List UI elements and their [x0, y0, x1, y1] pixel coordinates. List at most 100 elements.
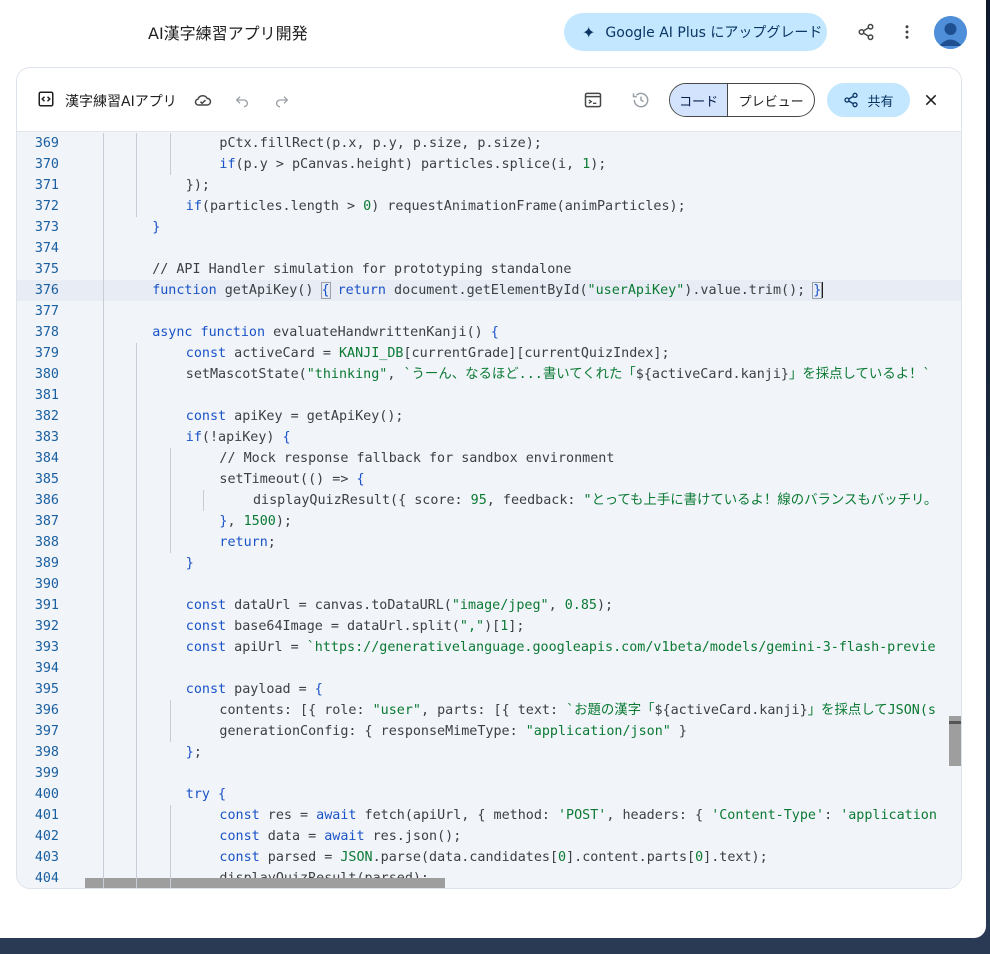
code-line: 383 if(!apiKey) {	[17, 427, 961, 448]
code-text: const res = await fetch(apiUrl, { method…	[219, 808, 937, 823]
upgrade-button[interactable]: ✦ Google AI Plus にアップグレード	[564, 13, 827, 51]
code-line: 403 const parsed = JSON.parse(data.candid…	[17, 847, 961, 868]
code-line: 395 const payload = {	[17, 679, 961, 700]
line-number: 370	[34, 157, 59, 172]
line-number: 376	[34, 283, 59, 298]
horizontal-scrollbar[interactable]	[85, 878, 445, 888]
line-number: 374	[34, 241, 59, 256]
code-panel: 漢字練習AIアプリ コード プレビュー 共有 404 403 const par…	[16, 67, 962, 889]
code-text: setTimeout(() => {	[219, 472, 365, 487]
redo-icon[interactable]	[270, 88, 294, 112]
code-line: 377	[17, 301, 961, 322]
more-vert-icon[interactable]	[893, 18, 921, 46]
code-line: 393 const apiUrl = `https://generativelan…	[17, 637, 961, 658]
cloud-sync-icon[interactable]	[191, 88, 215, 112]
line-number: 400	[34, 787, 59, 802]
code-line: 397 generationConfig: { responseMimeType:…	[17, 721, 961, 742]
text-caret	[821, 282, 824, 298]
code-text: }	[185, 556, 194, 571]
line-number: 377	[34, 304, 59, 319]
line-number: 380	[34, 367, 59, 382]
line-number: 381	[34, 388, 59, 403]
line-number: 378	[34, 325, 59, 340]
code-line: 392 const base64Image = dataUrl.split(","…	[17, 616, 961, 637]
line-number: 394	[34, 661, 59, 676]
share-icon	[844, 92, 859, 108]
code-text: return;	[219, 535, 276, 550]
code-line: 384 // Mock response fallback for sandbox…	[17, 448, 961, 469]
tab-code[interactable]: コード	[670, 84, 729, 116]
line-number: 383	[34, 430, 59, 445]
code-text: try {	[185, 787, 227, 802]
code-line: 380 setMascotState("thinking", `うーん、なるほど.…	[17, 364, 961, 385]
panel-toolbar: 漢字練習AIアプリ コード プレビュー 共有	[17, 68, 961, 132]
line-number: 388	[34, 535, 59, 550]
code-text: async function evaluateHandwrittenKanji(…	[152, 325, 499, 340]
code-line: 388 return;	[17, 532, 961, 553]
code-line: 373}	[17, 217, 961, 238]
app-window: AI漢字練習アプリ開発 ✦ Google AI Plus にアップグレード 漢字…	[0, 0, 986, 938]
line-number: 402	[34, 829, 59, 844]
line-number: 379	[34, 346, 59, 361]
code-line: 390	[17, 574, 961, 595]
code-text: contents: [{ role: "user", parts: [{ tex…	[219, 703, 936, 718]
code-text: function getApiKey() { return document.g…	[152, 282, 824, 299]
line-number: 404	[34, 871, 59, 886]
terminal-icon[interactable]	[581, 88, 605, 112]
line-number: 375	[34, 262, 59, 277]
line-number: 371	[34, 178, 59, 193]
code-line: 385 setTimeout(() => {	[17, 469, 961, 490]
code-line: 370 if(p.y > pCanvas.height) particles.sp…	[17, 154, 961, 175]
code-text: pCtx.fillRect(p.x, p.y, p.size, p.size);	[219, 136, 542, 151]
code-text: setMascotState("thinking", `うーん、なるほど...書…	[185, 367, 931, 382]
line-number: 389	[34, 556, 59, 571]
share-button[interactable]: 共有	[827, 83, 910, 117]
line-number: 391	[34, 598, 59, 613]
code-line: 374	[17, 238, 961, 259]
code-line: 378 async function evaluateHandwrittenKan…	[17, 322, 961, 343]
code-line: 371});	[17, 175, 961, 196]
code-line: 372 if(particles.length > 0) requestAnima…	[17, 196, 961, 217]
scrollbar-cursor-marker	[949, 721, 961, 724]
code-text: const dataUrl = canvas.toDataURL("image/…	[185, 598, 614, 613]
sparkle-icon: ✦	[582, 22, 596, 42]
indent-guide	[169, 700, 171, 742]
code-file-icon	[37, 90, 55, 112]
code-text: });	[185, 178, 210, 193]
code-line: 398};	[17, 742, 961, 763]
code-text: const payload = {	[185, 682, 323, 697]
share-icon[interactable]	[852, 18, 880, 46]
close-button[interactable]	[919, 88, 943, 112]
line-number: 386	[34, 493, 59, 508]
indent-guide	[169, 448, 171, 553]
line-number: 398	[34, 745, 59, 760]
code-line: 399	[17, 763, 961, 784]
code-line: 391 const dataUrl = canvas.toDataURL("ima…	[17, 595, 961, 616]
code-line: 386 displayQuizResult({ score: 95, feedba…	[17, 490, 961, 511]
line-number: 369	[34, 136, 59, 151]
code-line: 376 function getApiKey() { return documen…	[17, 280, 961, 301]
code-line: 396 contents: [{ role: "user", parts: [{ …	[17, 700, 961, 721]
line-number: 392	[34, 619, 59, 634]
code-line: 381	[17, 385, 961, 406]
tab-preview[interactable]: プレビュー	[728, 84, 814, 116]
code-line: 369 pCtx.fillRect(p.x, p.y, p.size, p.siz…	[17, 133, 961, 154]
code-editor[interactable]: 404displayQuizResult(parsed);403const pa…	[17, 133, 961, 888]
line-number: 390	[34, 577, 59, 592]
line-number: 401	[34, 808, 59, 823]
code-text: const parsed = JSON.parse(data.candidate…	[219, 850, 768, 865]
avatar[interactable]	[934, 16, 967, 49]
code-line: 400 try {	[17, 784, 961, 805]
code-text: };	[185, 745, 202, 760]
line-number: 395	[34, 682, 59, 697]
undo-icon[interactable]	[230, 88, 254, 112]
line-number: 384	[34, 451, 59, 466]
code-text: // API Handler simulation for prototypin…	[152, 262, 572, 277]
upgrade-button-label: Google AI Plus にアップグレード	[605, 25, 823, 41]
share-button-label: 共有	[867, 94, 894, 110]
history-icon[interactable]	[629, 88, 653, 112]
line-number: 399	[34, 766, 59, 781]
indent-guide	[102, 133, 104, 888]
line-number: 387	[34, 514, 59, 529]
code-text: const data = await res.json();	[219, 829, 462, 844]
